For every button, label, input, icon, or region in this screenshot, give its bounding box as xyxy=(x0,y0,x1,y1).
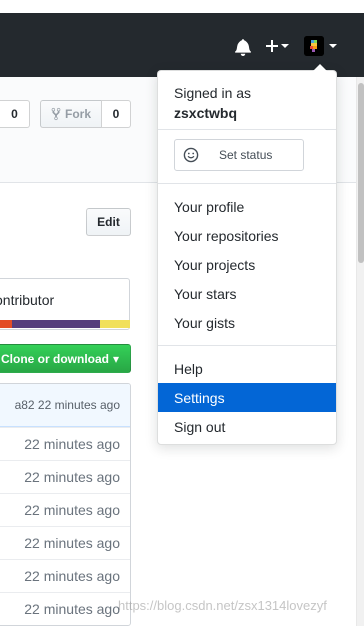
divider xyxy=(158,345,336,346)
signed-in-label: Signed in as xyxy=(174,85,252,101)
dropdown-caret-inner xyxy=(313,64,327,71)
file-age: 22 minutes ago xyxy=(24,502,120,518)
bell-icon[interactable] xyxy=(234,38,252,56)
menu-item-your-profile[interactable]: Your profile xyxy=(158,192,336,221)
page-scrollbar[interactable] xyxy=(356,77,364,626)
language-segment xyxy=(100,320,130,328)
plus-icon xyxy=(266,40,278,52)
edit-description-button[interactable]: Edit xyxy=(86,208,131,236)
menu-item-your-gists[interactable]: Your gists xyxy=(158,308,336,337)
file-age: 22 minutes ago xyxy=(24,601,120,617)
user-dropdown-menu: Signed in as zsxctwbq Set status Your pr… xyxy=(157,62,337,445)
menu-item-settings[interactable]: Settings xyxy=(158,383,336,412)
set-status-label: Set status xyxy=(219,148,273,162)
contributors-link[interactable]: ontributor xyxy=(0,292,54,308)
language-segment xyxy=(12,320,100,328)
clone-label: Clone or download xyxy=(1,351,109,366)
fork-label: Fork xyxy=(64,107,91,121)
fork-button[interactable]: Fork xyxy=(40,100,102,128)
user-avatar-button[interactable] xyxy=(304,36,340,58)
file-age: 22 minutes ago xyxy=(24,568,120,584)
scrollbar-thumb[interactable] xyxy=(358,83,364,263)
top-strip xyxy=(0,0,364,13)
table-row[interactable]: 22 minutes ago xyxy=(0,460,130,493)
table-row[interactable]: 22 minutes ago xyxy=(0,592,130,625)
avatar-image xyxy=(304,36,324,56)
menu-item-help[interactable]: Help xyxy=(158,354,336,383)
smiley-icon xyxy=(175,140,207,170)
file-age: 22 minutes ago xyxy=(24,535,120,551)
set-status-button[interactable]: Set status xyxy=(174,139,304,171)
chevron-down-icon xyxy=(329,44,337,48)
language-bar xyxy=(0,320,130,328)
menu-item-your-repositories[interactable]: Your repositories xyxy=(158,221,336,250)
create-new-button[interactable] xyxy=(262,34,292,58)
table-row[interactable]: 22 minutes ago xyxy=(0,526,130,559)
watermark-text: https://blog.csdn.net/zsx1314lovezyf xyxy=(118,598,327,613)
social-count[interactable]: 0 xyxy=(0,100,30,128)
avatar xyxy=(304,36,324,56)
file-table: a82 22 minutes ago 22 minutes ago 22 min… xyxy=(0,383,131,626)
menu-item-sign-out[interactable]: Sign out xyxy=(158,412,336,441)
fork-count[interactable]: 0 xyxy=(101,100,131,128)
file-age: 22 minutes ago xyxy=(24,469,120,485)
username: zsxctwbq xyxy=(174,105,238,121)
signed-in-header[interactable]: Signed in as zsxctwbq xyxy=(174,83,251,123)
chevron-down-icon: ▾ xyxy=(113,351,120,366)
menu-item-your-projects[interactable]: Your projects xyxy=(158,250,336,279)
fork-icon xyxy=(51,107,61,121)
table-row[interactable]: 22 minutes ago xyxy=(0,493,130,526)
latest-commit-bar[interactable]: a82 22 minutes ago xyxy=(0,384,130,427)
table-row[interactable]: 22 minutes ago xyxy=(0,559,130,592)
file-age: 22 minutes ago xyxy=(24,436,120,452)
menu-item-your-stars[interactable]: Your stars xyxy=(158,279,336,308)
divider xyxy=(158,183,336,184)
chevron-down-icon xyxy=(281,44,289,48)
clone-download-button[interactable]: Clone or download ▾ xyxy=(0,344,131,373)
divider xyxy=(158,129,336,130)
latest-commit-text: a82 22 minutes ago xyxy=(14,398,120,412)
table-row[interactable]: 22 minutes ago xyxy=(0,427,130,460)
language-segment xyxy=(0,320,12,328)
